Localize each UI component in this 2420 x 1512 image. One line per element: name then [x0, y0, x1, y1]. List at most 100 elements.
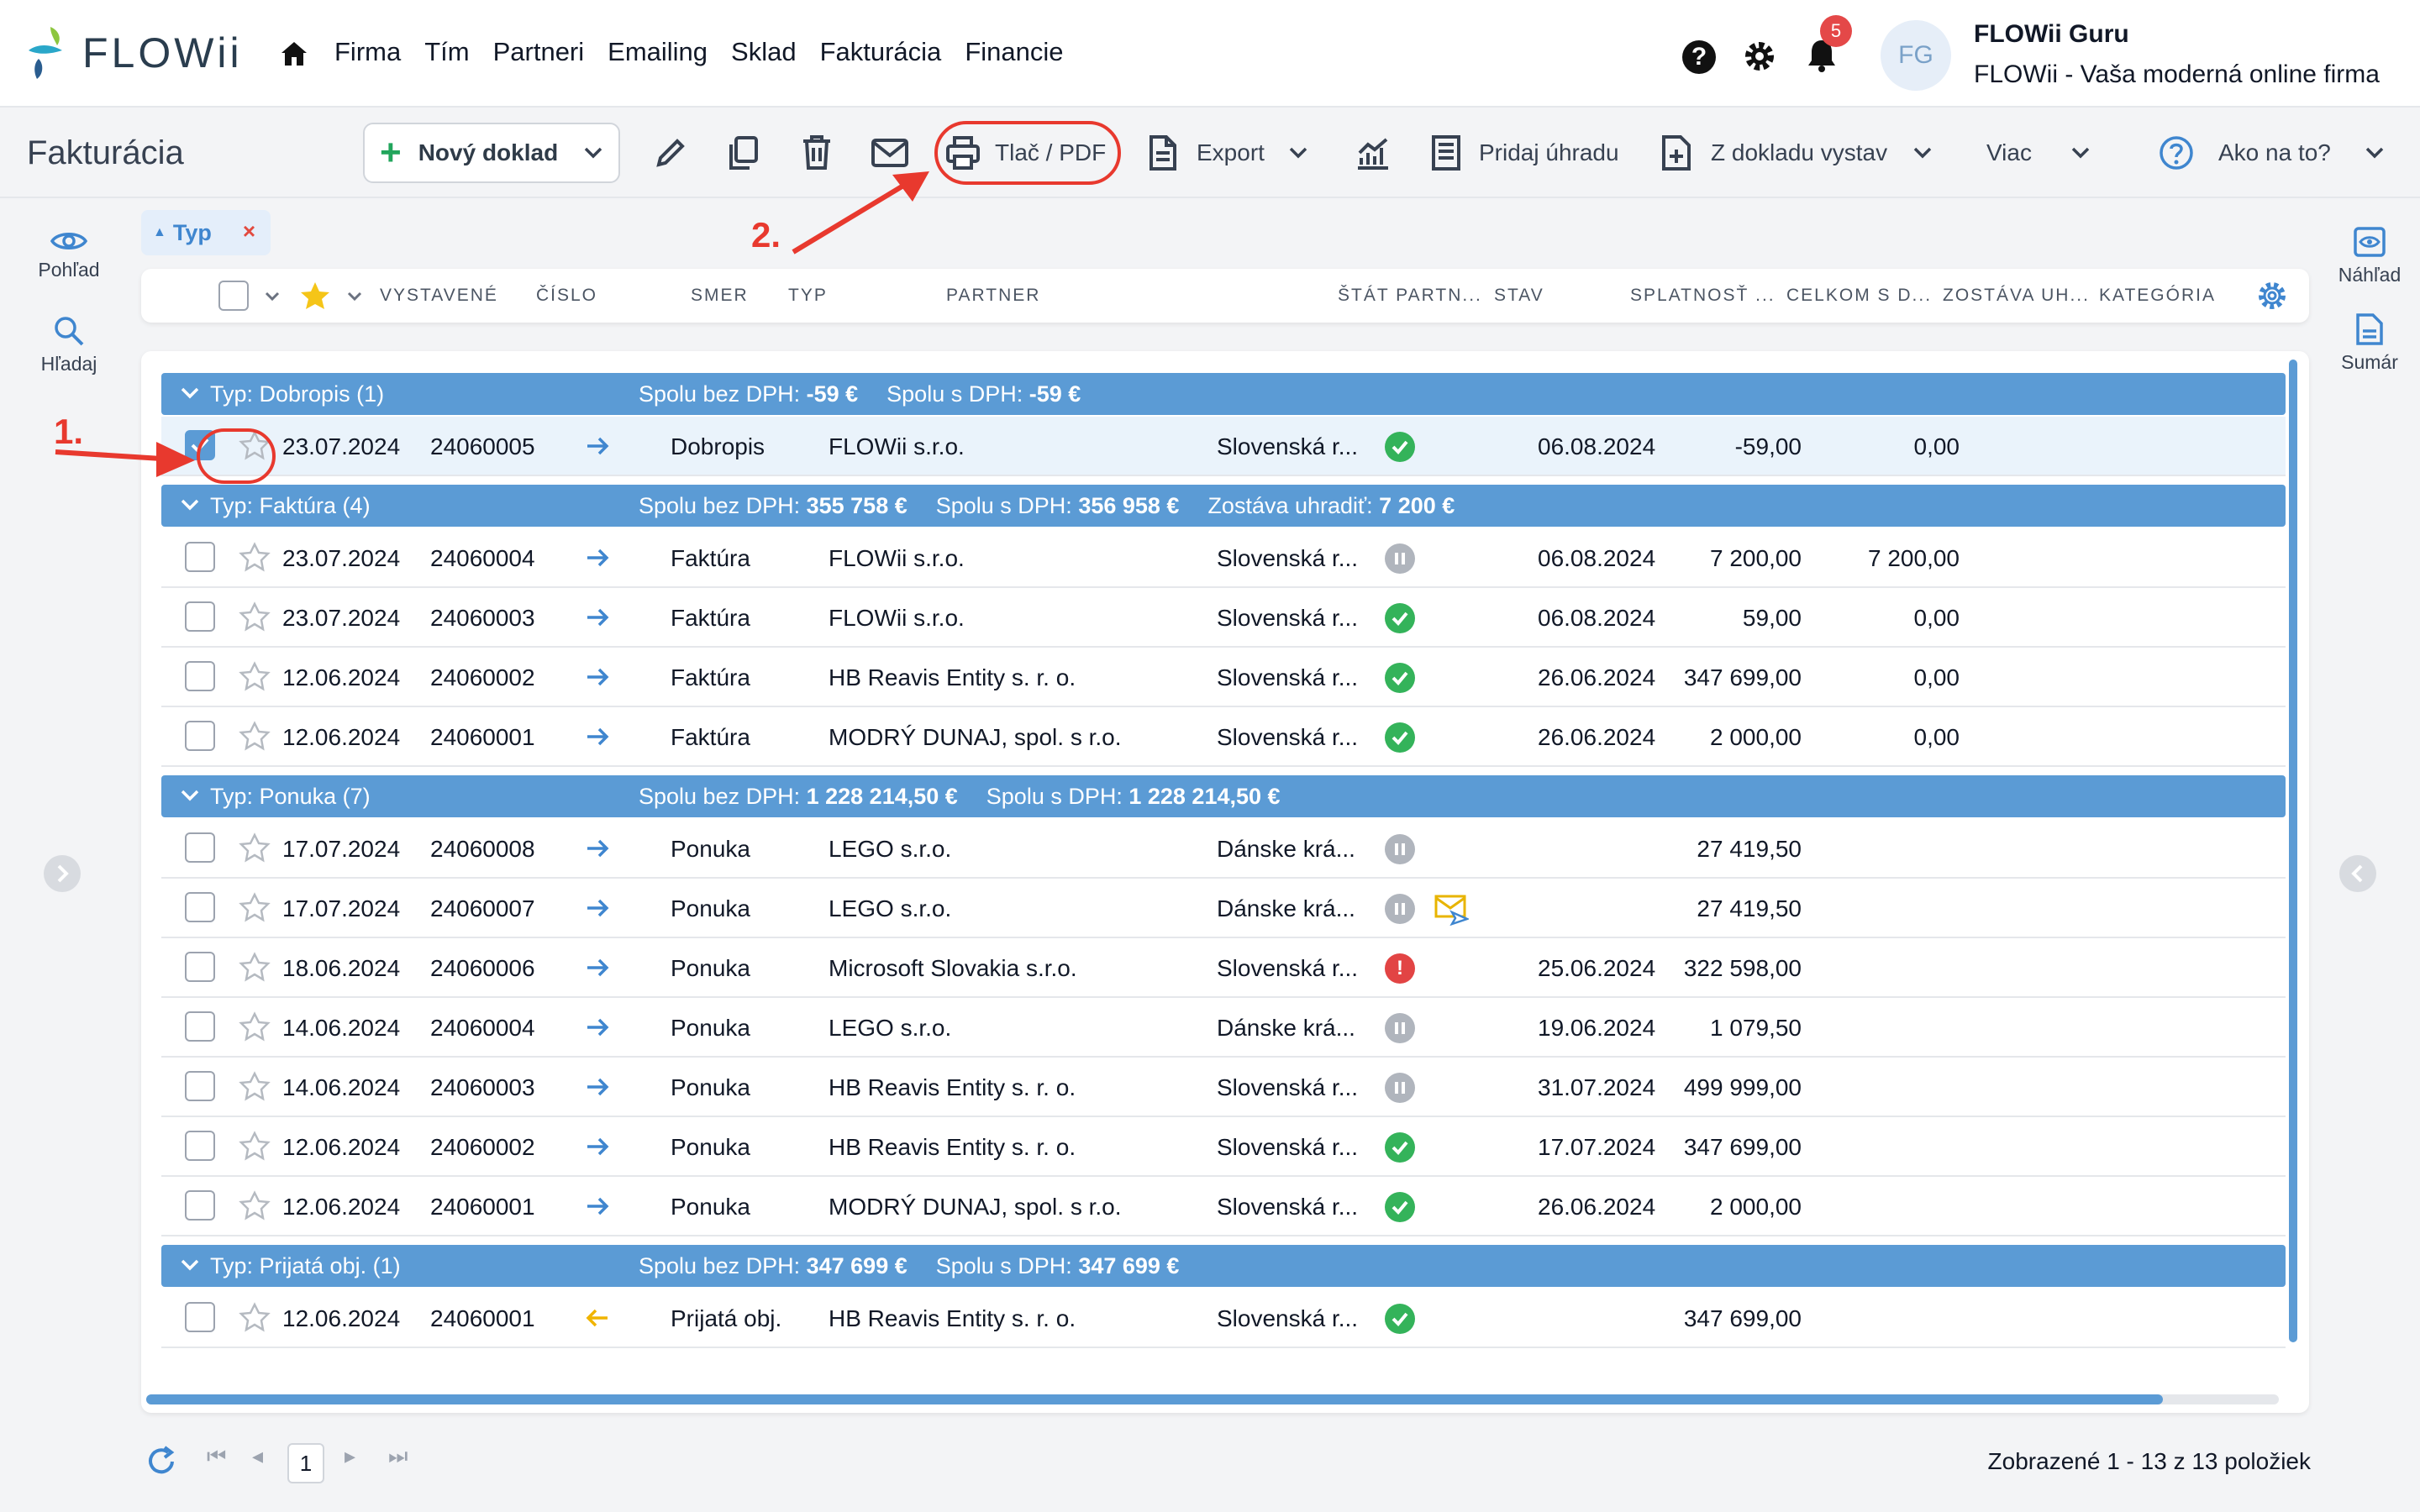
- row-checkbox[interactable]: [185, 892, 215, 922]
- table-row[interactable]: 12.06.2024 24060002 Faktúra HB Reavis Entit…: [161, 648, 2286, 707]
- col-category[interactable]: KATEGÓRIA: [2099, 286, 2216, 306]
- chevron-down-icon[interactable]: [346, 291, 363, 302]
- cell-number[interactable]: 24060005: [430, 433, 535, 460]
- table-row[interactable]: 12.06.2024 24060001 Prijatá obj. HB Reavis …: [161, 1289, 2286, 1348]
- preview-panel-button[interactable]: Náhľad: [2328, 225, 2412, 286]
- col-remaining[interactable]: ZOSTÁVA UH...: [1943, 286, 2090, 306]
- add-payment-button[interactable]: Pridaj úhradu: [1430, 123, 1619, 183]
- cell-partner[interactable]: MODRÝ DUNAJ, spol. s r.o.: [829, 1194, 1122, 1221]
- summary-panel-button[interactable]: Sumár: [2328, 312, 2412, 374]
- prev-page-icon[interactable]: ◂: [252, 1443, 263, 1469]
- chart-icon[interactable]: [1355, 134, 1392, 171]
- col-total-vat[interactable]: CELKOM S D...: [1786, 286, 1932, 306]
- cell-number[interactable]: 24060004: [430, 545, 535, 572]
- nav-firma[interactable]: Firma: [334, 37, 401, 67]
- col-type[interactable]: TYP: [788, 286, 828, 306]
- collapse-left-button[interactable]: [44, 855, 81, 892]
- table-row[interactable]: 18.06.2024 24060006 Ponuka Microsoft Slovak…: [161, 938, 2286, 998]
- row-checkbox[interactable]: [185, 1131, 215, 1161]
- cell-partner[interactable]: HB Reavis Entity s. r. o.: [829, 1305, 1076, 1332]
- cell-partner[interactable]: HB Reavis Entity s. r. o.: [829, 1134, 1076, 1161]
- copy-icon[interactable]: [724, 134, 761, 171]
- favorite-star-icon[interactable]: [239, 1302, 271, 1332]
- select-all-checkbox[interactable]: [218, 281, 249, 311]
- favorite-star-icon[interactable]: [239, 542, 271, 572]
- favorite-star-icon[interactable]: [239, 1071, 271, 1101]
- nav-fakturacia[interactable]: Fakturácia: [820, 37, 942, 67]
- collapse-right-button[interactable]: [2339, 855, 2376, 892]
- row-checkbox[interactable]: [185, 1071, 215, 1101]
- cell-number[interactable]: 24060004: [430, 1015, 535, 1042]
- col-direction[interactable]: SMER: [691, 286, 749, 306]
- row-checkbox[interactable]: [185, 1190, 215, 1221]
- vertical-scrollbar[interactable]: [2289, 360, 2297, 1342]
- cell-partner[interactable]: HB Reavis Entity s. r. o.: [829, 1074, 1076, 1101]
- column-settings-gear-icon[interactable]: [2255, 279, 2289, 312]
- settings-gear-icon[interactable]: [1742, 39, 1777, 74]
- home-icon[interactable]: [279, 39, 309, 69]
- col-issued[interactable]: VYSTAVENÉ: [380, 286, 498, 306]
- group-header[interactable]: Typ: Dobropis (1) Spolu bez DPH: -59 € Spo…: [161, 373, 2286, 415]
- cell-partner[interactable]: LEGO s.r.o.: [829, 836, 951, 863]
- avatar[interactable]: FG: [1881, 20, 1951, 91]
- col-due-date[interactable]: SPLATNOSŤ ...: [1630, 286, 1776, 306]
- group-header[interactable]: Typ: Faktúra (4) Spolu bez DPH: 355 758 €…: [161, 485, 2286, 527]
- row-checkbox[interactable]: [185, 1302, 215, 1332]
- table-row[interactable]: 14.06.2024 24060004 Ponuka LEGO s.r.o. Dánsk…: [161, 998, 2286, 1058]
- cell-number[interactable]: 24060001: [430, 1194, 535, 1221]
- refresh-icon[interactable]: [145, 1445, 178, 1478]
- group-header[interactable]: Typ: Prijatá obj. (1) Spolu bez DPH: 347 …: [161, 1245, 2286, 1287]
- cell-number[interactable]: 24060008: [430, 836, 535, 863]
- how-to-button[interactable]: Ako na to?: [2158, 123, 2385, 183]
- table-row[interactable]: 12.06.2024 24060001 Faktúra MODRÝ DUNAJ, sp…: [161, 707, 2286, 767]
- search-panel-button[interactable]: Hľadaj: [25, 314, 113, 375]
- first-page-icon[interactable]: ⏮: [207, 1443, 226, 1470]
- table-row[interactable]: 23.07.2024 24060005 Dobropis FLOWii s.r.o. S…: [161, 417, 2286, 476]
- edit-pencil-icon[interactable]: [652, 134, 689, 171]
- view-panel-button[interactable]: Pohľad: [25, 228, 113, 281]
- last-page-icon[interactable]: ⏭: [388, 1443, 408, 1470]
- favorite-star-icon[interactable]: [239, 661, 271, 691]
- favorite-star-icon[interactable]: [239, 832, 271, 863]
- col-status[interactable]: STAV: [1494, 286, 1544, 306]
- col-partner[interactable]: PARTNER: [946, 286, 1040, 306]
- cell-number[interactable]: 24060002: [430, 664, 535, 691]
- filter-chip-type[interactable]: ▲ Typ ×: [141, 210, 271, 255]
- cell-number[interactable]: 24060003: [430, 605, 535, 632]
- row-checkbox[interactable]: [185, 832, 215, 863]
- table-row[interactable]: 12.06.2024 24060002 Ponuka HB Reavis Entity…: [161, 1117, 2286, 1177]
- cell-number[interactable]: 24060001: [430, 1305, 535, 1332]
- cell-partner[interactable]: LEGO s.r.o.: [829, 1015, 951, 1042]
- row-checkbox[interactable]: [185, 952, 215, 982]
- table-row[interactable]: 23.07.2024 24060003 Faktúra FLOWii s.r.o. Sl…: [161, 588, 2286, 648]
- flowii-logo[interactable]: FLOWii: [25, 25, 243, 81]
- help-icon[interactable]: ?: [1682, 40, 1716, 74]
- row-checkbox[interactable]: [185, 542, 215, 572]
- cell-partner[interactable]: MODRÝ DUNAJ, spol. s r.o.: [829, 724, 1122, 751]
- favorite-star-icon[interactable]: [239, 1011, 271, 1042]
- table-row[interactable]: 17.07.2024 24060007 Ponuka LEGO s.r.o. Dánsk…: [161, 879, 2286, 938]
- favorite-star-icon[interactable]: [239, 1190, 271, 1221]
- table-row[interactable]: 17.07.2024 24060008 Ponuka LEGO s.r.o. Dánsk…: [161, 819, 2286, 879]
- chevron-down-icon[interactable]: [264, 291, 281, 302]
- horizontal-scrollbar[interactable]: [146, 1394, 2163, 1404]
- favorite-star-icon[interactable]: [239, 601, 271, 632]
- remove-filter-icon[interactable]: ×: [243, 218, 255, 244]
- favorite-star-icon[interactable]: [299, 281, 331, 311]
- export-button[interactable]: Export: [1148, 123, 1308, 183]
- current-page[interactable]: 1: [287, 1443, 324, 1483]
- nav-financie[interactable]: Financie: [965, 37, 1063, 67]
- cell-partner[interactable]: FLOWii s.r.o.: [829, 433, 965, 460]
- group-header[interactable]: Typ: Ponuka (7) Spolu bez DPH: 1 228 214,…: [161, 775, 2286, 817]
- row-checkbox[interactable]: [185, 601, 215, 632]
- cell-partner[interactable]: FLOWii s.r.o.: [829, 545, 965, 572]
- issue-from-document-button[interactable]: Z dokladu vystav: [1660, 123, 1933, 183]
- cell-partner[interactable]: FLOWii s.r.o.: [829, 605, 965, 632]
- cell-number[interactable]: 24060006: [430, 955, 535, 982]
- cell-number[interactable]: 24060001: [430, 724, 535, 751]
- col-partner-country[interactable]: ŠTÁT PARTN...: [1338, 286, 1482, 306]
- next-page-icon[interactable]: ▸: [345, 1443, 355, 1469]
- nav-tim[interactable]: Tím: [424, 37, 469, 67]
- new-document-button[interactable]: + Nový doklad: [363, 123, 620, 183]
- more-button[interactable]: Viac: [1986, 123, 2091, 183]
